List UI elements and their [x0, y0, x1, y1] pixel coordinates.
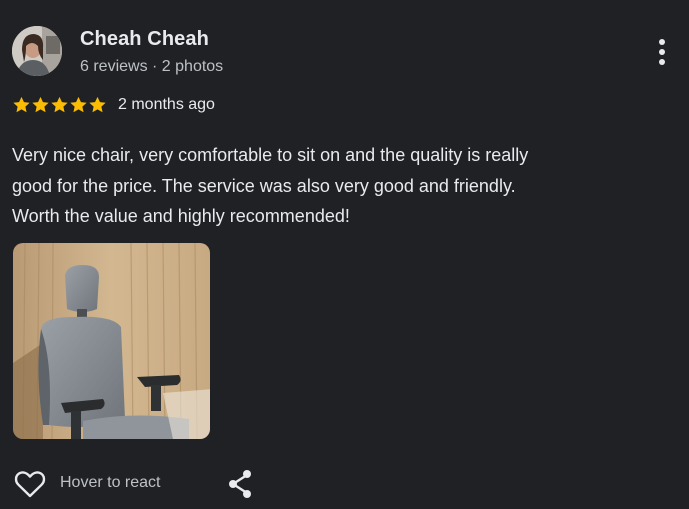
review-text: Very nice chair, very comfortable to sit… [12, 140, 672, 232]
review-text-line: good for the price. The service was also… [12, 175, 516, 196]
like-button[interactable] [12, 466, 48, 502]
star-icon [32, 96, 49, 113]
more-options-button[interactable] [650, 36, 674, 68]
reviewer-stats: 6 reviews · 2 photos [80, 58, 224, 75]
star-icon [13, 96, 30, 113]
share-button[interactable] [224, 466, 256, 502]
review-text-line: Very nice chair, very comfortable to sit… [12, 145, 529, 165]
review-photo[interactable] [13, 243, 210, 439]
review-date: 2 months ago [118, 96, 215, 113]
more-vertical-icon-dot [659, 59, 665, 65]
react-label: Hover to react [60, 474, 161, 491]
star-icon [89, 96, 106, 113]
review-text-line: Worth the value and highly recommended! [12, 206, 350, 226]
star-icon [70, 96, 87, 113]
star-icon [51, 96, 68, 113]
review-card: Cheah Cheah 6 reviews · 2 photos 2 month… [0, 0, 689, 509]
heart-outline-icon [14, 471, 46, 498]
star-rating [12, 95, 107, 117]
more-vertical-icon [659, 39, 665, 45]
reviewer-name[interactable]: Cheah Cheah [80, 28, 209, 51]
reviewer-avatar[interactable] [12, 26, 62, 76]
more-vertical-icon-dot [659, 49, 665, 55]
share-icon [229, 470, 251, 498]
